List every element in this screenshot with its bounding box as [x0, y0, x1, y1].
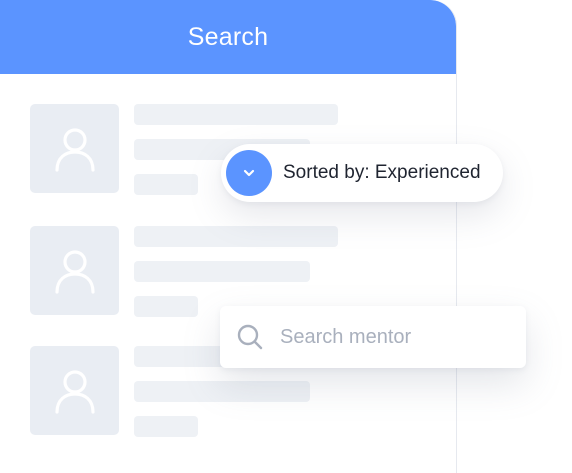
panel-title: Search — [187, 22, 269, 51]
search-panel: Search — [0, 0, 457, 473]
mentor-search-stage: Search Sorted by: Experienced Search men… — [0, 0, 572, 473]
detail-placeholder — [134, 381, 310, 402]
detail-placeholder — [134, 261, 310, 282]
avatar — [30, 346, 119, 435]
sort-dropdown[interactable]: Sorted by: Experienced — [221, 144, 503, 202]
user-icon — [54, 127, 95, 172]
search-icon — [236, 323, 264, 351]
search-input[interactable] — [280, 325, 510, 349]
meta-placeholder — [134, 296, 198, 317]
avatar — [30, 104, 119, 193]
name-placeholder — [134, 226, 338, 247]
meta-placeholder — [134, 416, 198, 437]
panel-header: Search — [0, 0, 456, 74]
sort-toggle-button[interactable] — [226, 150, 272, 196]
chevron-down-icon — [243, 169, 255, 177]
user-icon — [54, 249, 95, 294]
avatar — [30, 226, 119, 315]
meta-placeholder — [134, 174, 198, 195]
user-icon — [54, 369, 95, 414]
name-placeholder — [134, 104, 338, 125]
search-box[interactable] — [220, 306, 526, 368]
sort-label: Sorted by: Experienced — [283, 162, 481, 183]
result-row[interactable] — [30, 226, 430, 317]
